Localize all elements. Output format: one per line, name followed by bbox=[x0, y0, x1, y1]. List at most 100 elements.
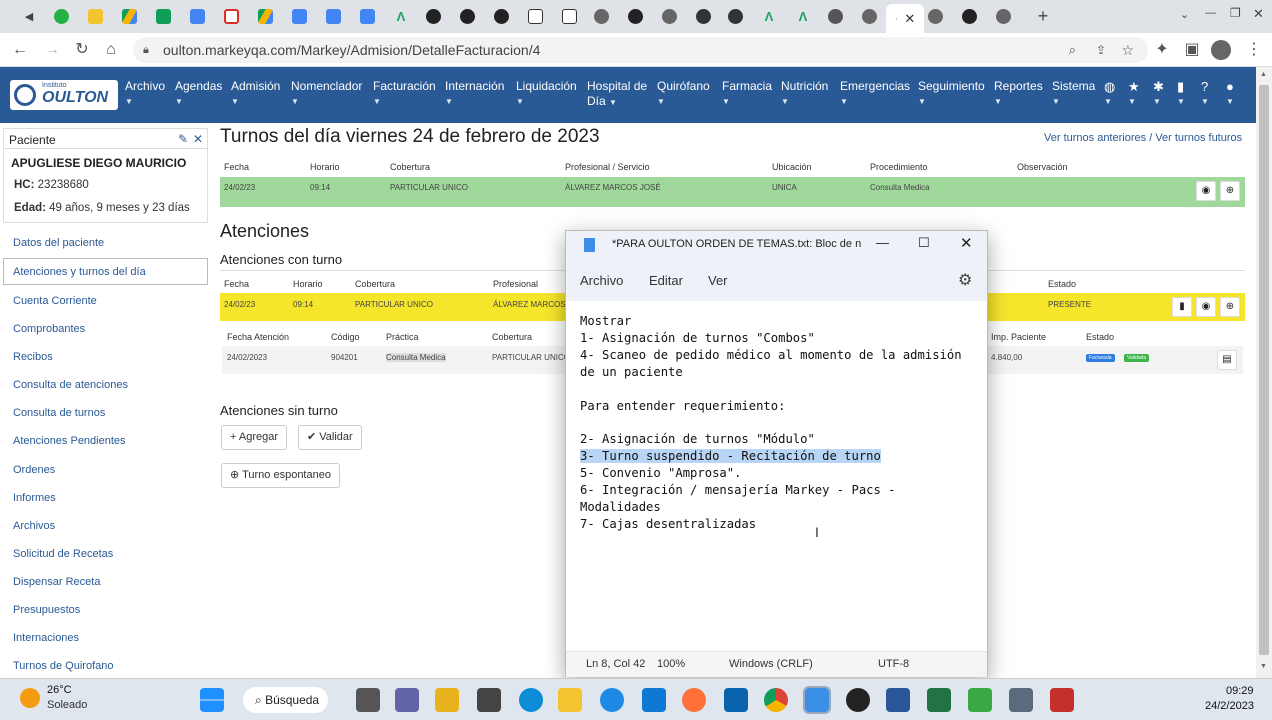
tab-docs-2[interactable] bbox=[320, 4, 346, 28]
book-icon[interactable]: ▮ ▼ bbox=[1177, 79, 1185, 109]
settings-gear-icon[interactable]: ✱ ▼ bbox=[1153, 79, 1164, 109]
edge-widget-icon[interactable] bbox=[435, 688, 459, 712]
forward-icon[interactable]: → bbox=[42, 40, 62, 60]
oulton-logo[interactable]: Instituto OULTON bbox=[10, 80, 118, 110]
pdf-icon[interactable] bbox=[1050, 688, 1074, 712]
sidepanel-icon[interactable]: ▣ bbox=[1182, 40, 1202, 60]
close-patient-icon[interactable]: ✕ bbox=[193, 132, 203, 146]
mail-icon[interactable] bbox=[642, 688, 666, 712]
tab-gray-3[interactable] bbox=[856, 4, 882, 28]
new-tab-icon[interactable]: + bbox=[1030, 4, 1056, 28]
tab-gmail[interactable] bbox=[218, 4, 244, 28]
notepad-close-icon[interactable]: ✕ bbox=[960, 234, 973, 252]
home-icon[interactable]: ⌂ bbox=[101, 40, 121, 60]
windows-start-icon[interactable] bbox=[200, 688, 224, 712]
firefox-icon[interactable] bbox=[682, 688, 706, 712]
teams-icon[interactable] bbox=[395, 688, 419, 712]
tab-dark-2[interactable] bbox=[722, 4, 748, 28]
taskbar-search[interactable]: ⌕ Búsqueda bbox=[243, 687, 328, 713]
tab-chrome[interactable] bbox=[822, 4, 848, 28]
tab-active[interactable]: · ✕ bbox=[886, 4, 924, 33]
sidebar-item-archivos[interactable]: Archivos bbox=[13, 520, 55, 532]
turno-row[interactable]: 24/02/23 09:14 PARTICULAR UNICO ÁLVAREZ … bbox=[220, 177, 1245, 207]
help-icon[interactable]: ? ▼ bbox=[1201, 79, 1209, 109]
sidebar-item-solicitud-recetas[interactable]: Solicitud de Recetas bbox=[13, 548, 113, 560]
bookmark-star-icon[interactable]: ☆ bbox=[1121, 37, 1134, 63]
notepad-taskbar-icon[interactable] bbox=[803, 686, 831, 714]
edge-icon[interactable] bbox=[519, 688, 543, 712]
tab-github-1[interactable] bbox=[420, 4, 446, 28]
sidebar-item-comprobantes[interactable]: Comprobantes bbox=[13, 323, 85, 335]
outlook-icon[interactable] bbox=[724, 688, 748, 712]
notepad-settings-gear-icon[interactable]: ⚙ bbox=[958, 270, 972, 290]
profile-avatar[interactable] bbox=[1211, 40, 1231, 60]
tab-whatsapp[interactable] bbox=[48, 4, 74, 28]
sidebar-item-cuenta-corriente[interactable]: Cuenta Corriente bbox=[13, 295, 97, 307]
link-turnos-futuros[interactable]: Ver turnos futuros bbox=[1155, 132, 1242, 144]
back-icon[interactable]: ← bbox=[10, 40, 30, 60]
tab-github-2[interactable] bbox=[454, 4, 480, 28]
notepad-titlebar[interactable]: *PARA OULTON ORDEN DE TEMAS.txt: Bloc de… bbox=[566, 231, 987, 259]
notepad-text-area[interactable]: Mostrar 1- Asignación de turnos "Combos"… bbox=[580, 313, 962, 533]
menu-archivo[interactable]: Archivo ▼ bbox=[125, 79, 165, 109]
tab-green-1[interactable]: Λ bbox=[388, 4, 414, 28]
turno-espontaneo-button[interactable]: ⊕ Turno espontaneo bbox=[221, 463, 340, 488]
menu-agendas[interactable]: Agendas ▼ bbox=[175, 79, 222, 109]
sidebar-item-atenciones-turnos[interactable]: Atenciones y turnos del día bbox=[13, 266, 146, 278]
tab-gray-1[interactable] bbox=[588, 4, 614, 28]
chrome-icon[interactable] bbox=[764, 688, 788, 712]
sidebar-item-presupuestos[interactable]: Presupuestos bbox=[13, 604, 80, 616]
weather-sun-icon[interactable] bbox=[20, 688, 40, 708]
tab-green-2[interactable]: Λ bbox=[756, 4, 782, 28]
menu-seguimiento[interactable]: Seguimiento ▼ bbox=[918, 79, 985, 109]
menu-admision[interactable]: Admisión ▼ bbox=[231, 79, 280, 109]
view-eye-icon[interactable]: ◉ bbox=[1196, 181, 1216, 201]
tab-calendar[interactable] bbox=[184, 4, 210, 28]
chrome-menu-icon[interactable]: ⋮ bbox=[1244, 40, 1264, 60]
tab-chart-1[interactable] bbox=[522, 4, 548, 28]
editor-icon[interactable] bbox=[968, 688, 992, 712]
link-turnos-anteriores[interactable]: Ver turnos anteriores bbox=[1044, 132, 1146, 144]
sidebar-item-atenciones-pendientes[interactable]: Atenciones Pendientes bbox=[13, 435, 126, 447]
favorites-star-icon[interactable]: ★ ▼ bbox=[1128, 79, 1140, 109]
menu-farmacia[interactable]: Farmacia ▼ bbox=[722, 79, 772, 109]
restore-icon[interactable]: ❐ bbox=[1230, 6, 1241, 20]
tab-drive-2[interactable] bbox=[252, 4, 278, 28]
menu-facturacion[interactable]: Facturación ▼ bbox=[373, 79, 436, 109]
tab-gray-5[interactable] bbox=[990, 4, 1016, 28]
delete-icon[interactable]: ▮ bbox=[1172, 297, 1192, 317]
notepad-menu-editar[interactable]: Editar bbox=[649, 273, 683, 288]
firefox-dev-icon[interactable] bbox=[600, 688, 624, 712]
tab-search-icon[interactable]: ⌄ bbox=[1180, 8, 1189, 21]
tab-github-4[interactable] bbox=[622, 4, 648, 28]
menu-hospital-de-dia[interactable]: Hospital de Día ▼ bbox=[587, 79, 647, 110]
store-icon[interactable] bbox=[477, 688, 501, 712]
tab-scroll-left-icon[interactable]: ◀ bbox=[16, 4, 42, 28]
menu-nutricion[interactable]: Nutrición ▼ bbox=[781, 79, 828, 109]
notepad-window[interactable]: *PARA OULTON ORDEN DE TEMAS.txt: Bloc de… bbox=[565, 230, 988, 677]
tab-miro[interactable] bbox=[82, 4, 108, 28]
tab-github-5[interactable] bbox=[956, 4, 982, 28]
task-view-icon[interactable] bbox=[356, 688, 380, 712]
menu-liquidacion[interactable]: Liquidación ▼ bbox=[516, 79, 577, 109]
tab-chart-2[interactable] bbox=[556, 4, 582, 28]
add-circle-icon[interactable]: ⊕ bbox=[1220, 181, 1240, 201]
sidebar-item-dispensar-receta[interactable]: Dispensar Receta bbox=[13, 576, 100, 588]
extensions-icon[interactable]: ✦ bbox=[1152, 40, 1172, 60]
sidebar-item-datos-paciente[interactable]: Datos del paciente bbox=[13, 237, 104, 249]
notepad-menu-archivo[interactable]: Archivo bbox=[580, 273, 623, 288]
sidebar-item-turnos-quirofano[interactable]: Turnos de Quirofano bbox=[13, 660, 113, 672]
tab-sheets[interactable] bbox=[150, 4, 176, 28]
menu-reportes[interactable]: Reportes ▼ bbox=[994, 79, 1043, 109]
tab-gray-4[interactable] bbox=[922, 4, 948, 28]
document-icon[interactable]: ▤ bbox=[1217, 350, 1237, 370]
excel-icon[interactable] bbox=[927, 688, 951, 712]
menu-quirofano[interactable]: Quirófano ▼ bbox=[657, 79, 710, 109]
menu-emergencias[interactable]: Emergencias ▼ bbox=[840, 79, 910, 109]
url-field[interactable]: 🔒︎ oulton.markeyqa.com/Markey/Admision/D… bbox=[133, 37, 1148, 63]
menu-internacion[interactable]: Internación ▼ bbox=[445, 79, 504, 109]
obs-icon[interactable] bbox=[846, 688, 870, 712]
page-scrollbar[interactable]: ▲ ▼ bbox=[1256, 67, 1272, 678]
sidebar-item-informes[interactable]: Informes bbox=[13, 492, 56, 504]
view-eye-icon-2[interactable]: ◉ bbox=[1196, 297, 1216, 317]
